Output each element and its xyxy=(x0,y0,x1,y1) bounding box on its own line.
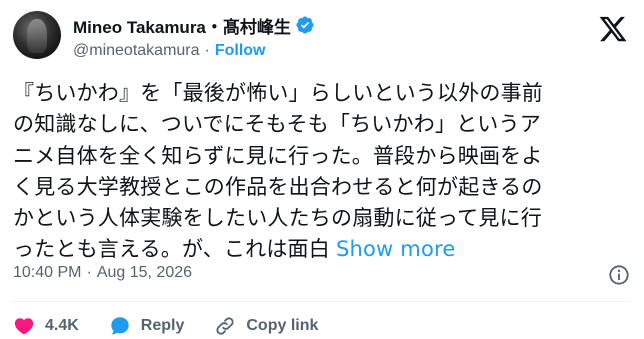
tweet-line: ったとも言える。が、これは面白 xyxy=(13,237,330,262)
tweet-line: ニメ自体を全く知らずに見に行った。普段から映画をよ xyxy=(13,143,543,168)
follow-button[interactable]: Follow xyxy=(215,42,266,60)
reply-button[interactable]: Reply xyxy=(109,315,185,337)
link-icon xyxy=(216,317,234,335)
tweet-line: 『ちいかわ』を「最後が怖い」らしいという以外の事前 xyxy=(13,81,543,105)
reply-bubble-icon xyxy=(111,317,129,335)
reply-label: Reply xyxy=(140,317,185,334)
copy-link-button[interactable]: Copy link xyxy=(214,315,318,337)
display-name[interactable]: Mineo Takamura・髙村峰生 xyxy=(73,13,291,38)
copy-link-label: Copy link xyxy=(246,317,319,334)
post-time: 10:40 PM xyxy=(13,264,82,281)
meta-separator: · xyxy=(86,264,92,281)
show-more-link[interactable]: Show more xyxy=(336,237,456,261)
tweet-text: 『ちいかわ』を「最後が怖い」らしいという以外の事前 の知識なしに、ついでにそもそ… xyxy=(13,78,633,266)
tweet-last-line: ったとも言える。が、これは面白 Show more xyxy=(13,234,633,265)
x-logo-icon[interactable] xyxy=(598,14,628,44)
author-name-row: Mineo Takamura・髙村峰生 xyxy=(73,13,315,37)
divider xyxy=(13,301,631,302)
handle-row: @mineotakamura · Follow xyxy=(73,40,266,62)
action-bar: 4.4K Reply Copy link xyxy=(13,313,348,339)
tweet-line: かという人体実験をしたい人たちの扇動に従って見に行 xyxy=(13,206,542,231)
handle-separator: · xyxy=(204,42,210,59)
tweet-line: の知識なしに、ついでにそもそも「ちいかわ」というア xyxy=(13,112,541,137)
verified-badge-icon xyxy=(295,15,315,35)
info-icon[interactable] xyxy=(608,264,630,286)
avatar[interactable] xyxy=(13,11,61,59)
like-button[interactable]: 4.4K xyxy=(13,315,79,337)
heart-icon xyxy=(14,318,34,335)
timestamp[interactable]: 10:40 PM · Aug 15, 2026 xyxy=(13,264,192,282)
tweet-line: く見る大学教授とこの作品を出合わせると何が起きるの xyxy=(13,174,543,199)
post-date: Aug 15, 2026 xyxy=(96,264,193,281)
user-handle[interactable]: @mineotakamura xyxy=(73,42,200,60)
like-count: 4.4K xyxy=(45,317,79,334)
